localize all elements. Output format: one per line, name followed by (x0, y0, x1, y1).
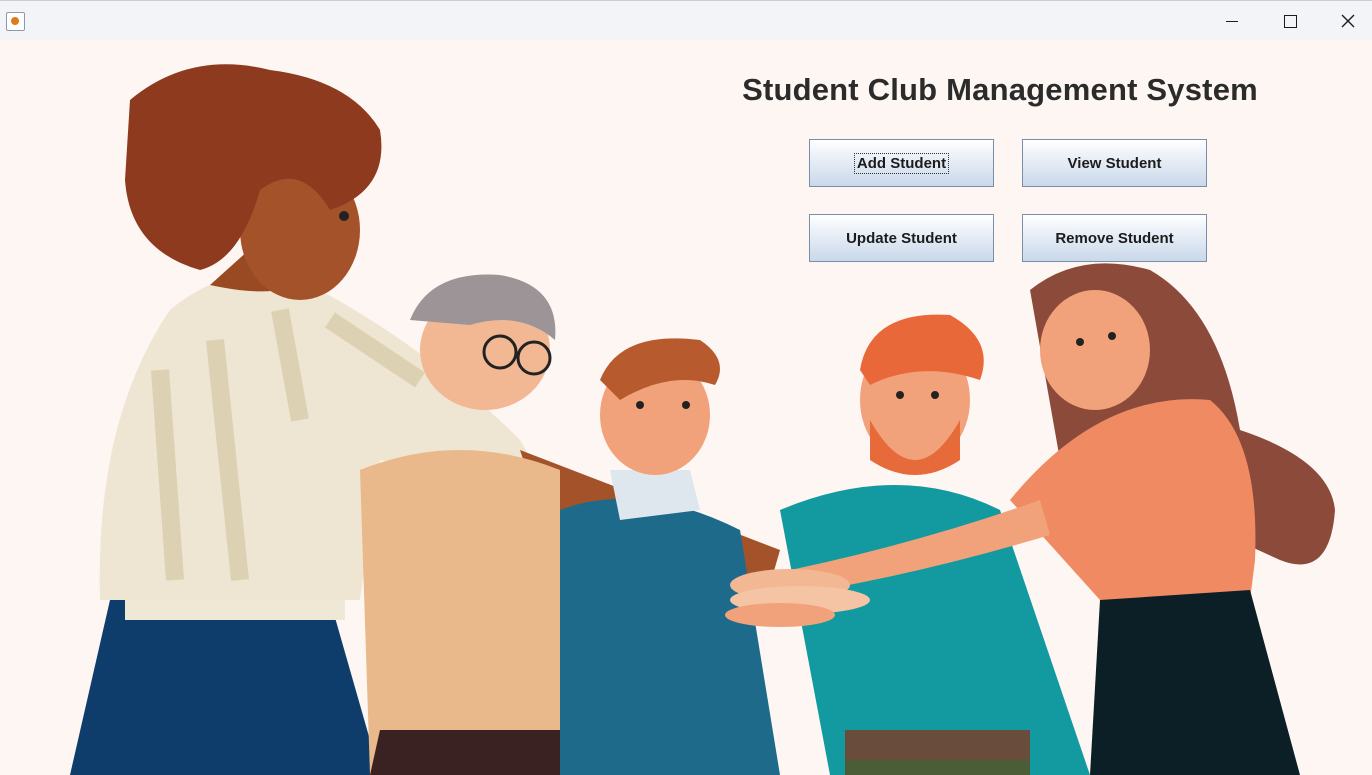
update-student-label: Update Student (846, 229, 957, 247)
view-student-label: View Student (1067, 154, 1162, 172)
maximize-button[interactable] (1261, 1, 1319, 41)
main-panel: Student Club Management System Add Stude… (0, 40, 1372, 775)
java-app-icon[interactable] (6, 12, 25, 31)
minimize-button[interactable] (1203, 1, 1261, 41)
close-icon (1341, 14, 1355, 28)
add-student-label: Add Student (853, 152, 950, 174)
remove-student-label: Remove Student (1055, 229, 1174, 247)
window-titlebar (0, 0, 1372, 41)
view-student-button[interactable]: View Student (1022, 139, 1207, 187)
maximize-icon (1283, 14, 1297, 28)
minimize-icon (1226, 20, 1238, 22)
page-title: Student Club Management System (742, 72, 1258, 107)
remove-student-button[interactable]: Remove Student (1022, 214, 1207, 262)
update-student-button[interactable]: Update Student (809, 214, 994, 262)
add-student-button[interactable]: Add Student (809, 139, 994, 187)
close-button[interactable] (1319, 1, 1372, 41)
